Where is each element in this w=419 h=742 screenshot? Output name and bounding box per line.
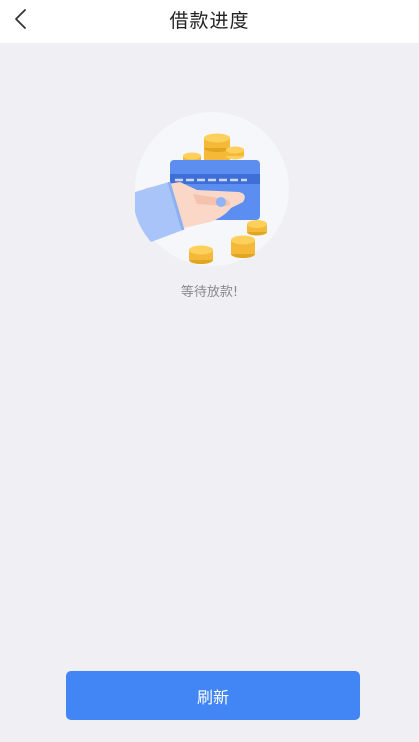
loan-progress-page: 借款进度 等待放款! 刷新 <box>0 0 419 742</box>
header-bar: 借款进度 <box>0 0 419 43</box>
loan-illustration <box>135 112 289 266</box>
page-title: 借款进度 <box>169 10 250 32</box>
refresh-button[interactable]: 刷新 <box>66 671 360 720</box>
status-text: 等待放款! <box>180 285 239 300</box>
